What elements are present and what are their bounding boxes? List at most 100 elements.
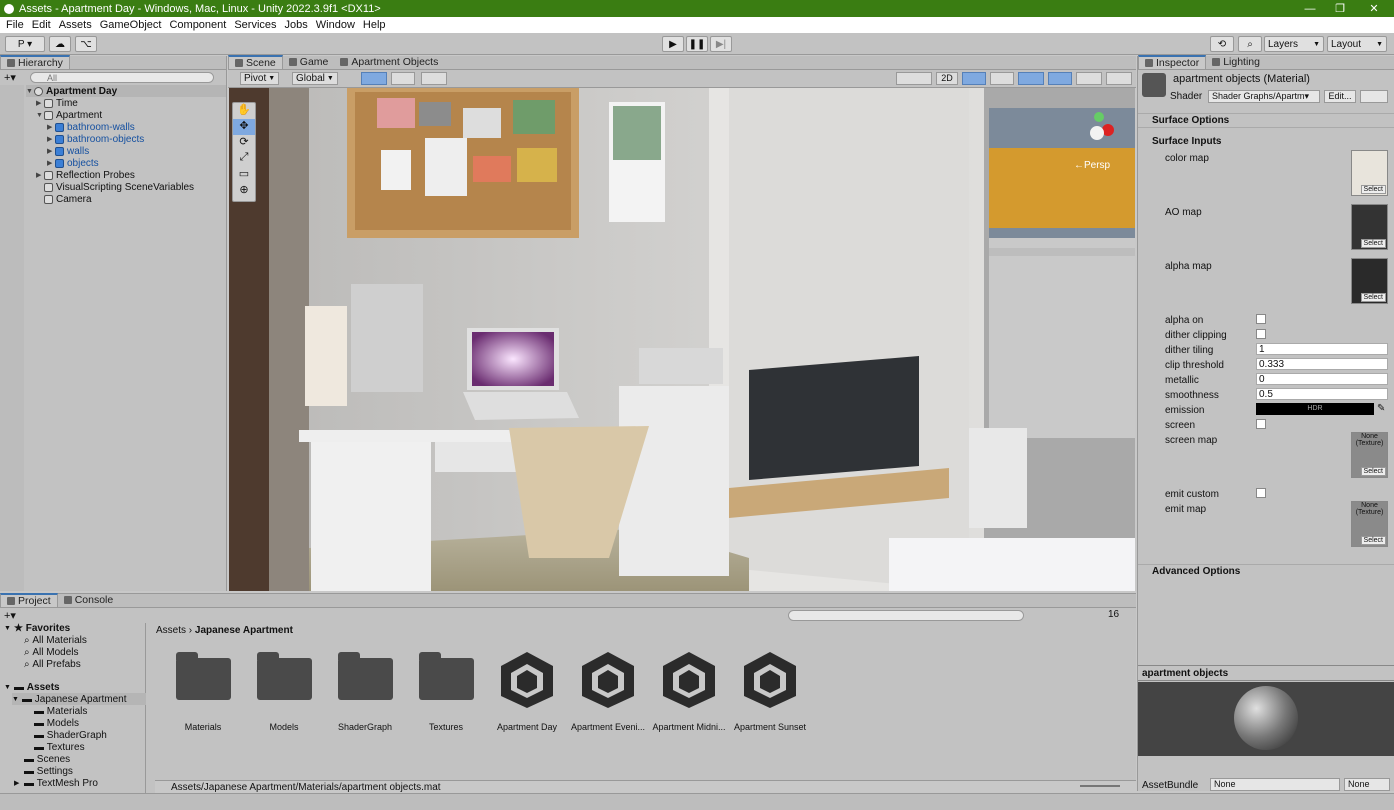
tree-textures[interactable]: ▬ Textures (34, 741, 85, 753)
menu-gameobject[interactable]: GameObject (96, 19, 166, 31)
account-button[interactable]: P ▾ (5, 36, 45, 52)
screen-map-slot[interactable]: None (Texture) Select (1351, 432, 1388, 478)
tab-apartment-objects[interactable]: Apartment Objects (334, 55, 444, 69)
search-button[interactable]: ⌕ (1238, 36, 1262, 52)
rect-tool-icon[interactable]: ▭ (233, 167, 255, 183)
hierarchy-item-apartment[interactable]: ▼ Apartment (36, 109, 102, 121)
asset-shadergraph[interactable]: ShaderGraph (325, 650, 405, 732)
hierarchy-item-reflection-probes[interactable]: ▶ Reflection Probes (36, 169, 135, 181)
scene-view[interactable]: ✋ ✥ ⟳ ⤢ ▭ ⊕ ←Persp (229, 88, 1135, 591)
menu-assets[interactable]: Assets (55, 19, 96, 31)
tab-scene[interactable]: Scene (228, 55, 283, 69)
hierarchy-item-objects[interactable]: ▶ objects (47, 157, 99, 169)
asset-materials[interactable]: Materials (163, 650, 243, 732)
favorite-all-models[interactable]: ⌕ All Models (24, 646, 79, 658)
smoothness-field[interactable]: 0.5 (1256, 388, 1388, 400)
screen-map-select[interactable]: Select (1360, 467, 1386, 476)
breadcrumb-root[interactable]: Assets (156, 625, 186, 636)
color-map-select[interactable]: Select (1360, 185, 1386, 194)
create-asset-button[interactable]: +▾ (4, 609, 16, 622)
emit-map-slot[interactable]: None (Texture) Select (1351, 501, 1388, 547)
view-gizmo[interactable] (1072, 112, 1128, 162)
hierarchy-item-walls[interactable]: ▶ walls (47, 145, 89, 157)
scale-tool-icon[interactable]: ⤢ (233, 151, 255, 167)
favorites-header[interactable]: ▼ ★ Favorites (4, 622, 70, 634)
hierarchy-item-bathroom-objects[interactable]: ▶ bathroom-objects (47, 133, 144, 145)
asset-apartment-day[interactable]: Apartment Day (487, 650, 567, 732)
alpha-map-select[interactable]: Select (1360, 293, 1386, 302)
tree-models[interactable]: ▬ Models (34, 717, 79, 729)
hand-tool-icon[interactable]: ✋ (233, 103, 255, 119)
metallic-field[interactable]: 0 (1256, 373, 1388, 385)
shading-mode-dropdown[interactable] (896, 72, 932, 85)
assetbundle-dropdown[interactable]: None (1210, 778, 1340, 791)
add-object-button[interactable]: +▾ (4, 71, 16, 84)
tree-japanese-apartment[interactable]: ▼ ▬ Japanese Apartment (12, 693, 146, 705)
close-button[interactable]: ✕ (1354, 0, 1394, 17)
eyedropper-icon[interactable]: ✎ (1377, 403, 1385, 414)
dither-clipping-checkbox[interactable] (1256, 329, 1266, 339)
color-map-slot[interactable]: Select (1351, 150, 1388, 196)
gizmos-dropdown[interactable] (1106, 72, 1132, 85)
hierarchy-item-scene[interactable]: ▼ Apartment Day (26, 85, 226, 97)
gizmo-center[interactable] (1090, 126, 1104, 140)
pivot-dropdown[interactable]: Pivot ▼ (240, 72, 280, 85)
assetbundle-variant-dropdown[interactable]: None (1344, 778, 1390, 791)
clip-threshold-field[interactable]: 0.333 (1256, 358, 1388, 370)
tab-project[interactable]: Project (0, 593, 58, 607)
hierarchy-item-time[interactable]: ▶ Time (36, 97, 78, 109)
asset-models[interactable]: Models (244, 650, 324, 732)
rotate-tool-icon[interactable]: ⟳ (233, 135, 255, 151)
favorite-all-materials[interactable]: ⌕ All Materials (24, 634, 87, 646)
emit-map-select[interactable]: Select (1360, 536, 1386, 545)
zoom-slider[interactable] (1080, 785, 1120, 787)
tab-console[interactable]: Console (58, 593, 120, 607)
menu-help[interactable]: Help (359, 19, 390, 31)
layout-dropdown[interactable]: Layout ▼ (1327, 36, 1387, 52)
tree-shadergraph[interactable]: ▬ ShaderGraph (34, 729, 107, 741)
tree-settings[interactable]: ▬ Settings (24, 765, 73, 777)
menu-file[interactable]: File (2, 19, 28, 31)
material-preview[interactable] (1138, 682, 1394, 756)
tree-scenes[interactable]: ▬ Scenes (24, 753, 70, 765)
alpha-on-checkbox[interactable] (1256, 314, 1266, 324)
history-button[interactable]: ⟲ (1210, 36, 1234, 52)
assets-header[interactable]: ▼ ▬ Assets (4, 681, 60, 693)
tab-lighting[interactable]: Lighting (1206, 55, 1266, 69)
audio-toggle[interactable] (990, 72, 1014, 85)
transform-tool-icon[interactable]: ⊕ (233, 183, 255, 199)
lighting-toggle[interactable] (962, 72, 986, 85)
edit-shader-button[interactable]: Edit... (1324, 90, 1356, 103)
emit-custom-checkbox[interactable] (1256, 488, 1266, 498)
asset-apartment-evening[interactable]: Apartment Eveni... (568, 650, 648, 732)
play-button[interactable]: ▶ (662, 36, 684, 52)
asset-textures[interactable]: Textures (406, 650, 486, 732)
ao-map-select[interactable]: Select (1360, 239, 1386, 248)
asset-apartment-sunset[interactable]: Apartment Sunset (730, 650, 810, 732)
camera-dropdown[interactable] (1076, 72, 1102, 85)
hierarchy-item-bathroom-walls[interactable]: ▶ bathroom-walls (47, 121, 135, 133)
alpha-map-slot[interactable]: Select (1351, 258, 1388, 304)
asset-apartment-midnight[interactable]: Apartment Midni... (649, 650, 729, 732)
dither-tiling-field[interactable]: 1 (1256, 343, 1388, 355)
gizmo-y-axis[interactable] (1094, 112, 1104, 122)
layers-dropdown[interactable]: Layers ▼ (1264, 36, 1324, 52)
hidden-count[interactable]: 16 (1108, 609, 1119, 620)
surface-inputs-foldout[interactable]: Surface Inputs (1138, 136, 1394, 149)
tab-hierarchy[interactable]: Hierarchy (0, 55, 70, 69)
surface-options-foldout[interactable]: Surface Options (1138, 113, 1394, 128)
2d-toggle[interactable]: 2D (936, 72, 958, 85)
menu-jobs[interactable]: Jobs (281, 19, 312, 31)
tree-textmesh-pro[interactable]: ▶ ▬ TextMesh Pro (14, 777, 98, 789)
hierarchy-item-camera[interactable]: Camera (36, 193, 92, 205)
cloud-button[interactable]: ☁ (49, 36, 71, 52)
hierarchy-search-input[interactable]: All (30, 72, 214, 83)
breadcrumb-current[interactable]: Japanese Apartment (195, 625, 293, 636)
snap-increment-button[interactable] (391, 72, 415, 85)
advanced-options-foldout[interactable]: Advanced Options (1138, 564, 1394, 578)
tab-inspector[interactable]: Inspector (1138, 55, 1207, 69)
pause-button[interactable]: ❚❚ (686, 36, 708, 52)
menu-component[interactable]: Component (165, 19, 230, 31)
hidden-objects-toggle[interactable] (1048, 72, 1072, 85)
tab-game[interactable]: Game (283, 55, 335, 69)
